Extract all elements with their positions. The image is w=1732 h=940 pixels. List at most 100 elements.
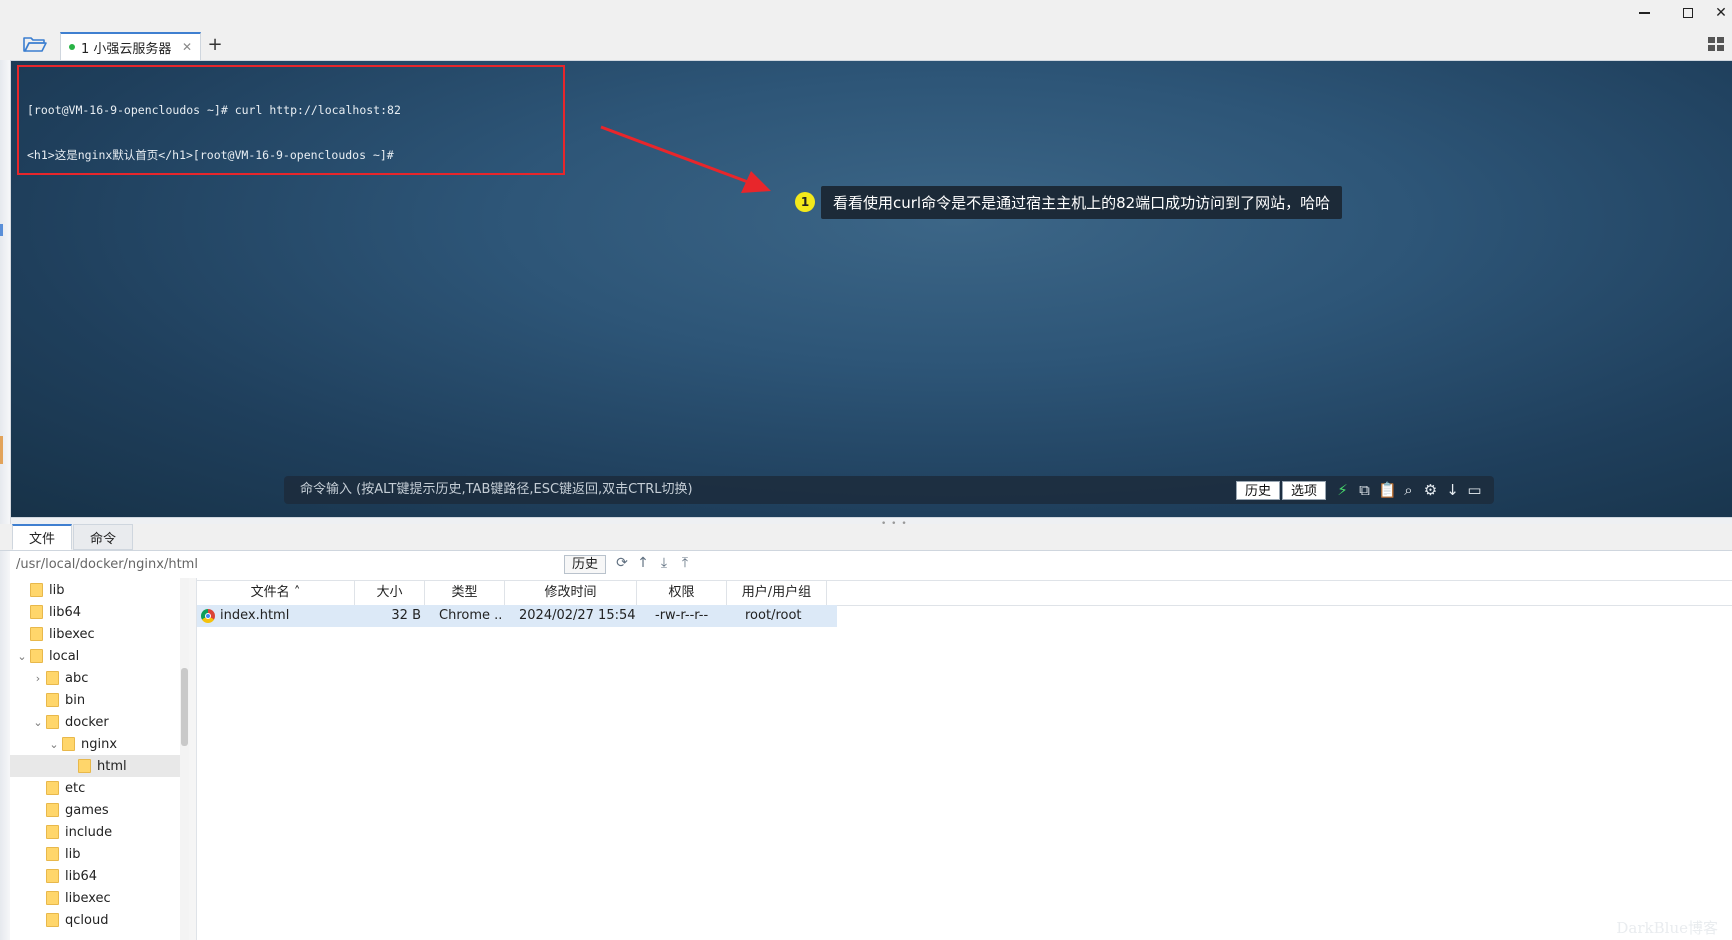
refresh-icon[interactable]: ⟳	[614, 555, 630, 571]
vertical-splitter[interactable]	[189, 578, 197, 940]
tree-item-label: lib	[65, 846, 81, 862]
annotation-arrow	[600, 125, 771, 193]
maximize-button[interactable]	[1666, 0, 1710, 26]
column-header-permissions[interactable]: 权限	[637, 581, 727, 605]
tab-session-1[interactable]: 1 小强云服务器 ✕	[60, 32, 201, 60]
tree-item[interactable]: libexec	[10, 623, 180, 645]
command-input-placeholder[interactable]: 命令输入 (按ALT键提示历史,TAB键路径,ESC键返回,双击CTRL切换)	[300, 476, 693, 504]
table-row[interactable]: index.html 32 B Chrome ... 2024/02/27 15…	[197, 605, 837, 627]
column-header-owner[interactable]: 用户/用户组	[727, 581, 827, 605]
tree-item-label: abc	[65, 670, 89, 686]
command-options-button[interactable]: 选项	[1282, 481, 1327, 500]
column-header-size[interactable]: 大小	[355, 581, 425, 605]
download-icon[interactable]: ↓	[1444, 481, 1461, 499]
folder-icon	[30, 583, 43, 597]
annotation-text: 看看使用curl命令是不是通过宿主主机上的82端口成功访问到了网站，哈哈	[821, 185, 1343, 219]
tree-item[interactable]: lib	[10, 843, 180, 865]
tab-commands[interactable]: 命令	[73, 524, 133, 550]
file-table: 文件名 ˄ 大小 类型 修改时间 权限 用户/用户组 index.html 32…	[197, 578, 1732, 940]
tree-item[interactable]: lib64	[10, 865, 180, 887]
tree-item[interactable]: ⌄ nginx	[10, 733, 180, 755]
chevron-right-icon[interactable]: ›	[32, 672, 44, 685]
up-icon[interactable]: ↑	[635, 555, 651, 571]
tree-item[interactable]: lib64	[10, 601, 180, 623]
file-modified: 2024/02/27 15:54	[519, 608, 636, 623]
folder-icon	[46, 891, 59, 905]
tree-item[interactable]: games	[10, 799, 180, 821]
file-size: 32 B	[391, 608, 421, 623]
column-header-modified[interactable]: 修改时间	[505, 581, 637, 605]
download-icon[interactable]: ⤓	[656, 555, 672, 571]
path-toolbar-icons: ⟳ ↑ ⤓ ⤒	[614, 555, 693, 571]
title-bar: ✕	[0, 0, 1732, 28]
folder-icon	[46, 671, 59, 685]
window-icon[interactable]: ▭	[1466, 481, 1483, 499]
chevron-down-icon[interactable]: ⌄	[32, 716, 44, 729]
column-header-name[interactable]: 文件名 ˄	[197, 581, 355, 605]
close-button[interactable]: ✕	[1710, 0, 1732, 26]
folder-icon	[78, 759, 91, 773]
tree-item-label: etc	[65, 780, 86, 796]
tree-item-label: libexec	[65, 890, 111, 906]
paste-icon[interactable]: 📋	[1378, 481, 1397, 499]
folder-icon	[46, 803, 59, 817]
terminal-pane[interactable]: [root@VM-16-9-opencloudos ~]# curl http:…	[11, 61, 1732, 517]
file-type: Chrome ...	[439, 608, 503, 623]
tree-item-label: libexec	[49, 626, 95, 642]
folder-icon	[46, 693, 59, 707]
gear-icon[interactable]: ⚙	[1422, 481, 1439, 499]
tree-item[interactable]: ⌄ docker	[10, 711, 180, 733]
upload-icon[interactable]: ⤒	[677, 555, 693, 571]
tree-item[interactable]: qcloud	[10, 909, 180, 931]
folder-icon[interactable]	[22, 34, 48, 54]
annotation-callout: 1 看看使用curl命令是不是通过宿主主机上的82端口成功访问到了网站，哈哈	[795, 185, 1343, 219]
command-history-button[interactable]: 历史	[1236, 481, 1281, 500]
file-permissions: -rw-r--r--	[655, 608, 709, 623]
file-owner: root/root	[745, 608, 802, 623]
watermark: DarkBlue博客	[1616, 919, 1718, 937]
session-tab-bar: 1 小强云服务器 ✕ +	[0, 28, 1732, 61]
folder-icon	[30, 649, 43, 663]
folder-icon	[46, 847, 59, 861]
tree-item[interactable]: bin	[10, 689, 180, 711]
tree-item-label: lib64	[65, 868, 98, 884]
tree-item-label: bin	[65, 692, 86, 708]
tree-item-label: lib64	[49, 604, 82, 620]
command-input-bar[interactable]: 命令输入 (按ALT键提示历史,TAB键路径,ESC键返回,双击CTRL切换) …	[284, 476, 1494, 504]
tree-item-label: nginx	[81, 736, 118, 752]
command-bar-icons: ⚡ ⧉ 📋 ⌕ ⚙ ↓ ▭	[1334, 480, 1483, 500]
path-history-button[interactable]: 历史	[564, 555, 607, 574]
bolt-icon[interactable]: ⚡	[1334, 481, 1351, 499]
file-name: index.html	[220, 608, 290, 623]
folder-icon	[46, 825, 59, 839]
folder-icon	[62, 737, 75, 751]
tree-item[interactable]: libexec	[10, 887, 180, 909]
tree-scrollbar[interactable]	[180, 578, 189, 940]
search-icon[interactable]: ⌕	[1400, 481, 1417, 499]
file-table-header: 文件名 ˄ 大小 类型 修改时间 权限 用户/用户组	[197, 580, 1732, 606]
folder-icon	[30, 627, 43, 641]
copy-icon[interactable]: ⧉	[1356, 481, 1373, 499]
directory-tree: lib lib64 libexec ⌄ local › abc bin ⌄ docker ⌄ ngin…	[10, 578, 180, 940]
chevron-down-icon[interactable]: ⌄	[16, 650, 28, 663]
tree-item-label: include	[65, 824, 113, 840]
column-header-type[interactable]: 类型	[425, 581, 505, 605]
tree-item-label: html	[97, 758, 127, 774]
tree-item[interactable]: › abc	[10, 667, 180, 689]
tab-files[interactable]: 文件	[12, 524, 72, 550]
tree-item[interactable]: html	[10, 755, 180, 777]
close-tab-icon[interactable]: ✕	[182, 40, 192, 54]
new-tab-button[interactable]: +	[206, 32, 224, 56]
folder-icon	[30, 605, 43, 619]
tree-item[interactable]: lib	[10, 579, 180, 601]
tree-item[interactable]: ⌄ local	[10, 645, 180, 667]
layout-grid-icon[interactable]	[1708, 37, 1724, 51]
tree-item-label: games	[65, 802, 109, 818]
minimize-button[interactable]	[1622, 0, 1666, 26]
tree-item[interactable]: include	[10, 821, 180, 843]
path-input[interactable]: /usr/local/docker/nginx/html	[16, 551, 198, 578]
chevron-down-icon[interactable]: ⌄	[48, 738, 60, 751]
connection-status-dot	[69, 44, 75, 50]
folder-icon	[46, 781, 59, 795]
tree-item[interactable]: etc	[10, 777, 180, 799]
